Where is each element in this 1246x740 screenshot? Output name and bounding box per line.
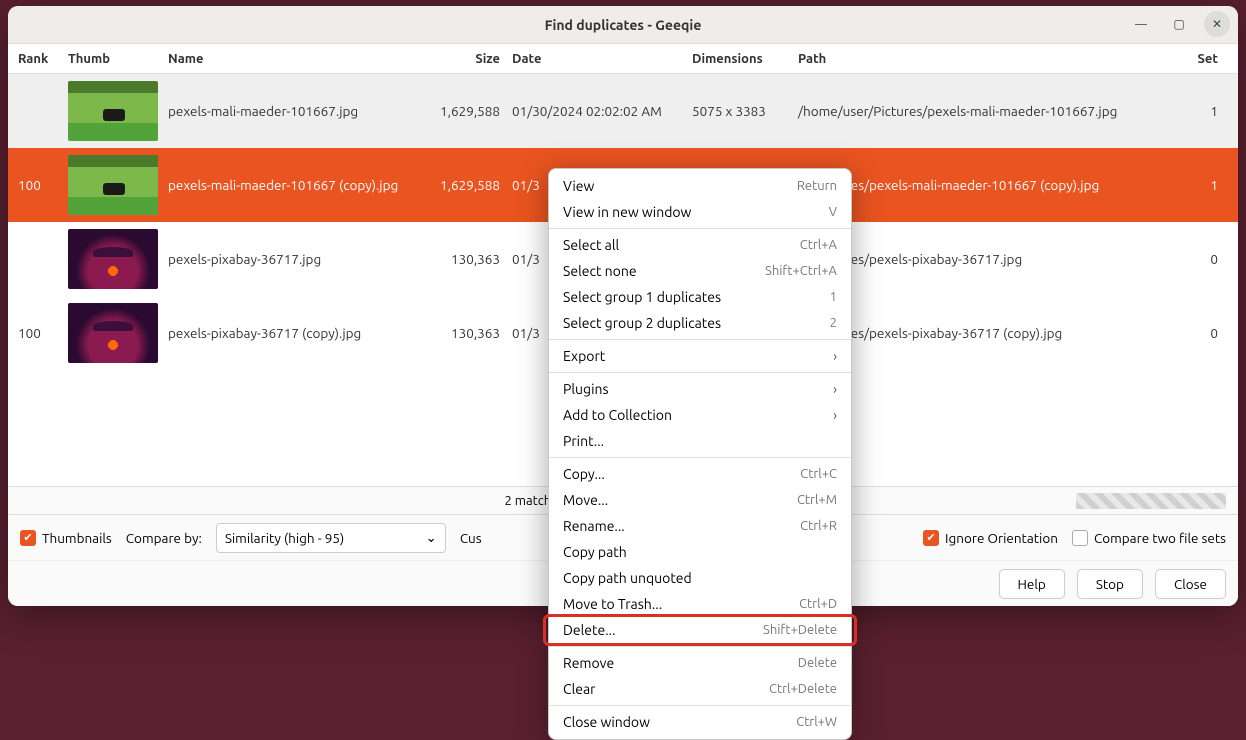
menu-add-collection[interactable]: Add to Collection› [549, 402, 851, 428]
menu-copy-path-unquoted[interactable]: Copy path unquoted [549, 565, 851, 591]
menu-separator [549, 339, 851, 340]
menu-clear[interactable]: ClearCtrl+Delete [549, 676, 851, 702]
chevron-right-icon: › [833, 381, 837, 397]
cell-thumb [68, 81, 168, 141]
col-rank[interactable]: Rank [8, 52, 68, 66]
chevron-right-icon: › [833, 407, 837, 423]
compare-two-sets-checkbox[interactable]: ✔ Compare two file sets [1072, 530, 1226, 546]
cell-name: pexels-mali-maeder-101667 (copy).jpg [168, 177, 428, 193]
thumbnail-image [68, 155, 158, 215]
ignore-orientation-checkbox[interactable]: ✔ Ignore Orientation [923, 530, 1058, 546]
cell-rank: 100 [8, 325, 68, 341]
cell-name: pexels-mali-maeder-101667.jpg [168, 103, 428, 119]
menu-copy-path[interactable]: Copy path [549, 539, 851, 565]
ignore-orientation-label: Ignore Orientation [945, 530, 1058, 546]
cell-thumb [68, 229, 168, 289]
close-dialog-button[interactable]: Close [1155, 569, 1226, 599]
menu-plugins[interactable]: Plugins› [549, 376, 851, 402]
table-row[interactable]: pexels-mali-maeder-101667.jpg1,629,58801… [8, 74, 1238, 148]
context-menu: ViewReturn View in new windowV Select al… [548, 168, 852, 740]
maximize-button[interactable]: ▢ [1166, 11, 1192, 37]
help-button[interactable]: Help [999, 569, 1065, 599]
thumbnails-checkbox[interactable]: ✔ Thumbnails [20, 530, 112, 546]
close-button[interactable]: ✕ [1204, 11, 1230, 37]
cell-thumb [68, 155, 168, 215]
minimize-button[interactable]: — [1128, 11, 1154, 37]
cell-rank: 100 [8, 177, 68, 193]
thumbnail-image [68, 81, 158, 141]
window-controls: — ▢ ✕ [1128, 11, 1230, 37]
thumbnails-label: Thumbnails [42, 530, 112, 546]
thumbnail-image [68, 303, 158, 363]
compare-two-sets-label: Compare two file sets [1094, 530, 1226, 546]
compare-by-label: Compare by: [126, 530, 202, 546]
menu-separator [549, 228, 851, 229]
menu-move-trash[interactable]: Move to Trash...Ctrl+D [549, 591, 851, 617]
col-thumb[interactable]: Thumb [68, 52, 168, 66]
cell-set: 0 [1183, 251, 1238, 267]
menu-separator [549, 457, 851, 458]
col-size[interactable]: Size [428, 52, 508, 66]
cell-dimensions: 5075 x 3383 [688, 103, 788, 119]
menu-separator [549, 646, 851, 647]
cell-thumb [68, 303, 168, 363]
cell-date: 01/30/2024 02:02:02 AM [508, 103, 688, 119]
chevron-right-icon: › [833, 348, 837, 364]
col-dimensions[interactable]: Dimensions [688, 52, 788, 66]
menu-delete[interactable]: Delete...Shift+Delete [549, 617, 851, 643]
cell-set: 1 [1183, 103, 1238, 119]
menu-print[interactable]: Print... [549, 428, 851, 454]
col-date[interactable]: Date [508, 52, 688, 66]
cell-name: pexels-pixabay-36717.jpg [168, 251, 428, 267]
menu-export[interactable]: Export› [549, 343, 851, 369]
cell-set: 1 [1183, 177, 1238, 193]
check-icon: ✔ [1072, 530, 1088, 546]
menu-copy[interactable]: Copy...Ctrl+C [549, 461, 851, 487]
cell-size: 130,363 [428, 251, 508, 267]
thumbnail-image [68, 229, 158, 289]
menu-select-group1[interactable]: Select group 1 duplicates1 [549, 284, 851, 310]
menu-rename[interactable]: Rename...Ctrl+R [549, 513, 851, 539]
check-icon: ✔ [923, 530, 939, 546]
menu-select-all[interactable]: Select allCtrl+A [549, 232, 851, 258]
menu-view-new-window[interactable]: View in new windowV [549, 199, 851, 225]
chevron-down-icon: ⌄ [426, 529, 437, 546]
menu-separator [549, 705, 851, 706]
menu-separator [549, 372, 851, 373]
menu-move[interactable]: Move...Ctrl+M [549, 487, 851, 513]
cell-size: 1,629,588 [428, 103, 508, 119]
col-name[interactable]: Name [168, 52, 428, 66]
col-path[interactable]: Path [788, 52, 1183, 66]
progress-strip [1076, 493, 1226, 509]
col-set[interactable]: Set [1183, 52, 1238, 66]
compare-by-value: Similarity (high - 95) [225, 530, 344, 546]
check-icon: ✔ [20, 530, 36, 546]
cell-name: pexels-pixabay-36717 (copy).jpg [168, 325, 428, 341]
cell-set: 0 [1183, 325, 1238, 341]
window-title: Find duplicates - Geeqie [545, 17, 702, 33]
menu-close-window[interactable]: Close windowCtrl+W [549, 709, 851, 735]
cell-path: /home/user/Pictures/pexels-mali-maeder-1… [788, 103, 1183, 119]
menu-select-group2[interactable]: Select group 2 duplicates2 [549, 310, 851, 336]
menu-select-none[interactable]: Select noneShift+Ctrl+A [549, 258, 851, 284]
menu-view[interactable]: ViewReturn [549, 173, 851, 199]
menu-remove[interactable]: RemoveDelete [549, 650, 851, 676]
stop-button[interactable]: Stop [1077, 569, 1143, 599]
titlebar: Find duplicates - Geeqie — ▢ ✕ [8, 6, 1238, 44]
cell-size: 130,363 [428, 325, 508, 341]
custom-threshold-label: Cus [460, 530, 482, 546]
cell-size: 1,629,588 [428, 177, 508, 193]
table-header: Rank Thumb Name Size Date Dimensions Pat… [8, 44, 1238, 74]
compare-by-combo[interactable]: Similarity (high - 95) ⌄ [216, 523, 446, 553]
